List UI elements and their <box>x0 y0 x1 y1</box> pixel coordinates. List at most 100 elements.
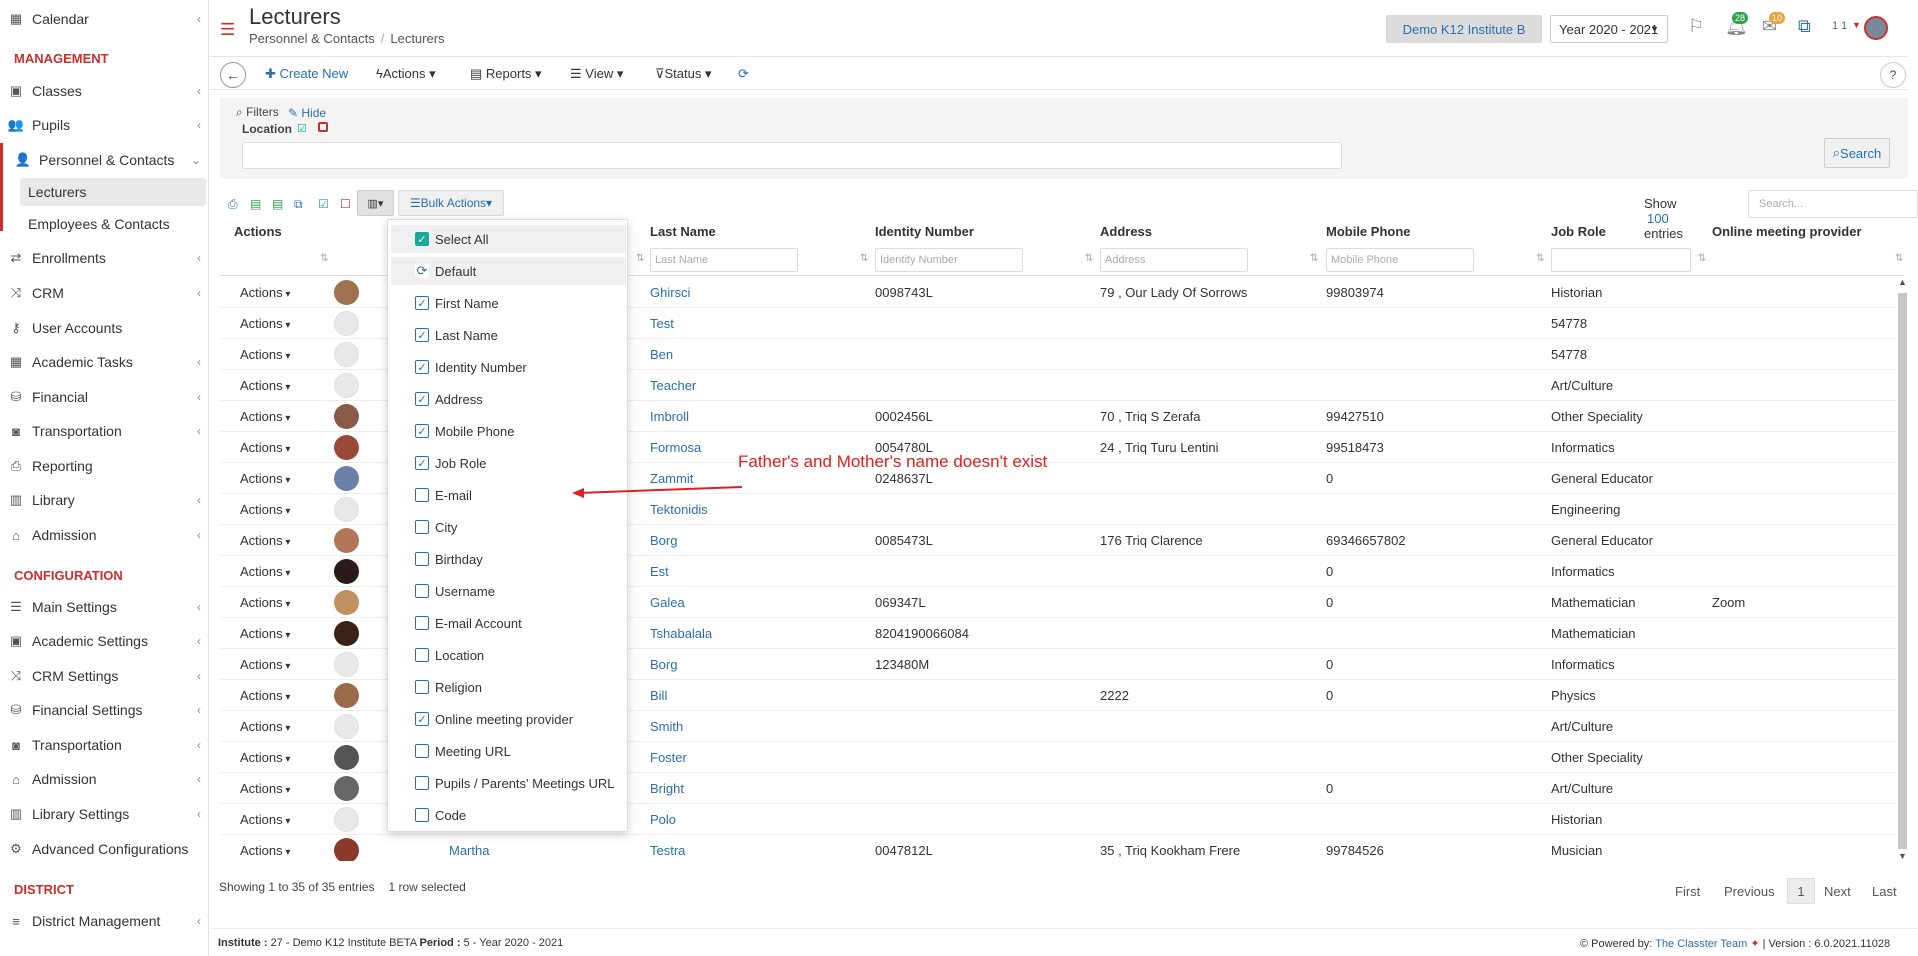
sidebar-sub-lecturers[interactable]: Lecturers <box>20 178 206 206</box>
sort-icon[interactable]: ⇅ <box>636 253 644 264</box>
checkbox[interactable] <box>415 680 429 694</box>
cell-last[interactable]: Imbroll <box>650 409 689 424</box>
sort-icon[interactable]: ⇅ <box>1310 253 1318 264</box>
row-actions-button[interactable]: Actions ▾ <box>240 440 290 455</box>
column-option-religion[interactable]: Religion <box>391 673 626 701</box>
bulk-actions-button[interactable]: ☰ Bulk Actions ▾ <box>398 190 504 216</box>
column-visibility-button[interactable]: ▥▾ <box>357 190 394 216</box>
row-actions-button[interactable]: Actions ▾ <box>240 285 290 300</box>
identity-number-filter[interactable]: Identity Number <box>875 248 1023 272</box>
sidebar-item-academic-settings[interactable]: ▣ Academic Settings ‹ <box>0 626 209 656</box>
mobile-phone-filter[interactable]: Mobile Phone <box>1326 248 1474 272</box>
year-select[interactable]: Year 2020 - 2021 ▼ <box>1550 15 1668 43</box>
help-button[interactable]: ? <box>1880 62 1906 88</box>
checkbox[interactable]: ✓ <box>415 456 429 470</box>
cell-last[interactable]: Tektonidis <box>650 502 708 517</box>
cell-last[interactable]: Foster <box>650 750 687 765</box>
column-option-first-name[interactable]: ✓ First Name <box>391 289 626 317</box>
row-actions-button[interactable]: Actions ▾ <box>240 626 290 641</box>
breadcrumb-item[interactable]: Personnel & Contacts <box>249 31 375 46</box>
classter-team-link[interactable]: The Classter Team <box>1655 938 1747 950</box>
sidebar-item-personnel[interactable]: 👤 Personnel & Contacts ⌄ <box>0 145 209 175</box>
deselect-all-icon[interactable]: ☐ <box>340 197 351 211</box>
cell-last[interactable]: Bright <box>650 781 684 796</box>
column-header-identity-number[interactable]: Identity Number <box>875 224 974 239</box>
sidebar-item-pupils[interactable]: 👥 Pupils ‹ <box>0 110 209 140</box>
print-icon[interactable]: ⎙ <box>228 197 238 212</box>
excel-icon[interactable]: ▤ <box>250 197 261 211</box>
row-actions-button[interactable]: Actions ▾ <box>240 595 290 610</box>
column-option-code[interactable]: Code <box>391 801 626 829</box>
select-all-icon[interactable]: ☑ <box>318 197 329 211</box>
sidebar-item-admission[interactable]: ⌂ Admission ‹ <box>0 520 209 550</box>
cell-last[interactable]: Ghirsci <box>650 285 690 300</box>
sidebar-sub-employees[interactable]: Employees & Contacts <box>20 210 206 238</box>
checkbox[interactable]: ✓ <box>415 424 429 438</box>
cell-last[interactable]: Tshabalala <box>650 626 712 641</box>
row-actions-button[interactable]: Actions ▾ <box>240 657 290 672</box>
scroll-down-icon[interactable]: ▼ <box>1898 851 1907 861</box>
pagination-current[interactable]: 1 <box>1787 878 1815 904</box>
column-option-e-mail-account[interactable]: E-mail Account <box>391 609 626 637</box>
sidebar-item-transportation-settings[interactable]: ◙ Transportation ‹ <box>0 730 209 760</box>
row-actions-button[interactable]: Actions ▾ <box>240 719 290 734</box>
checkbox[interactable]: ✓ <box>415 712 429 726</box>
column-option-job-role[interactable]: ✓ Job Role <box>391 449 626 477</box>
column-header-online-meeting-provider[interactable]: Online meeting provider <box>1712 224 1862 239</box>
sort-icon[interactable]: ⇅ <box>860 253 868 264</box>
cell-last[interactable]: Formosa <box>650 440 701 455</box>
checkbox[interactable]: ✓ <box>415 296 429 310</box>
reports-menu-button[interactable]: ▤ Reports ▾ <box>470 66 542 82</box>
sidebar-item-reporting[interactable]: ⎙ Reporting <box>0 451 209 481</box>
column-option-identity-number[interactable]: ✓ Identity Number <box>391 353 626 381</box>
sidebar-item-enrollments[interactable]: ⇄ Enrollments ‹ <box>0 243 209 273</box>
institute-button[interactable]: Demo K12 Institute B <box>1386 15 1542 43</box>
sidebar-item-financial-settings[interactable]: ⛁ Financial Settings ‹ <box>0 695 209 725</box>
user-label[interactable]: 1 1 <box>1832 20 1847 32</box>
job-role-filter[interactable] <box>1551 248 1691 272</box>
sidebar-item-crm[interactable]: ⤨ CRM ‹ <box>0 278 209 308</box>
sidebar-item-admission-settings[interactable]: ⌂ Admission ‹ <box>0 764 209 794</box>
checkbox[interactable] <box>415 584 429 598</box>
checkbox[interactable]: ✓ <box>415 328 429 342</box>
csv-icon[interactable]: ▤ <box>272 197 283 211</box>
row-actions-button[interactable]: Actions ▾ <box>240 688 290 703</box>
sidebar-item-advanced-configurations[interactable]: ⚙ Advanced Configurations <box>0 834 209 864</box>
column-option-online-meeting-provider[interactable]: ✓ Online meeting provider <box>391 705 626 733</box>
create-new-button[interactable]: ✚ Create New <box>265 66 348 82</box>
user-avatar[interactable] <box>1864 16 1888 40</box>
row-actions-button[interactable]: Actions ▾ <box>240 409 290 424</box>
row-actions-button[interactable]: Actions ▾ <box>240 812 290 827</box>
sort-icon[interactable]: ⇅ <box>1895 253 1903 264</box>
column-header-mobile-phone[interactable]: Mobile Phone <box>1326 224 1411 239</box>
checkbox[interactable] <box>415 616 429 630</box>
flag-icon[interactable]: ⚐ <box>1688 16 1704 37</box>
sidebar-item-transportation[interactable]: ◙ Transportation ‹ <box>0 416 209 446</box>
check-all-icon[interactable]: ☑ <box>297 122 307 135</box>
sidebar-item-classes[interactable]: ▣ Classes ‹ <box>0 76 209 106</box>
column-option-location[interactable]: Location <box>391 641 626 669</box>
view-menu-button[interactable]: ☰ View ▾ <box>570 66 623 82</box>
row-actions-button[interactable]: Actions ▾ <box>240 316 290 331</box>
location-filter-input[interactable] <box>242 142 1342 169</box>
column-header-job-role[interactable]: Job Role <box>1551 224 1606 239</box>
sidebar-item-user-accounts[interactable]: ⚷ User Accounts <box>0 313 209 343</box>
cell-last[interactable]: Borg <box>650 533 677 548</box>
table-row[interactable]: Actions ▾ Martha Testra 0047812L 35 , Triq K… <box>220 835 1896 861</box>
cell-last[interactable]: Bill <box>650 688 667 703</box>
hamburger-menu-icon[interactable]: ☰ <box>220 20 235 40</box>
pagination-last[interactable]: Last <box>1872 884 1897 899</box>
checkbox[interactable] <box>415 808 429 822</box>
sidebar-item-crm-settings[interactable]: ⤨ CRM Settings ‹ <box>0 661 209 691</box>
sidebar-item-calendar[interactable]: ▦ Calendar ‹ <box>0 4 209 34</box>
cell-last[interactable]: Ben <box>650 347 673 362</box>
pagination-next[interactable]: Next <box>1824 884 1851 899</box>
checkbox[interactable] <box>415 776 429 790</box>
refresh-icon[interactable]: ⟳ <box>738 66 749 82</box>
cell-last[interactable]: Testra <box>650 843 685 858</box>
scroll-up-icon[interactable]: ▲ <box>1898 277 1907 287</box>
column-option-last-name[interactable]: ✓ Last Name <box>391 321 626 349</box>
column-option-birthday[interactable]: Birthday <box>391 545 626 573</box>
column-option-username[interactable]: Username <box>391 577 626 605</box>
cell-last[interactable]: Borg <box>650 657 677 672</box>
